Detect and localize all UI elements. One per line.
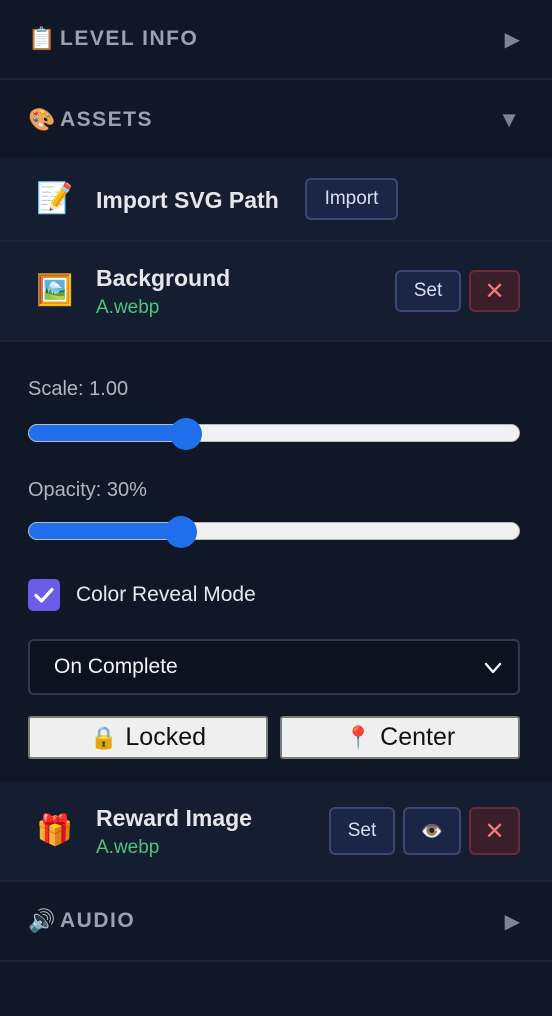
scale-slider[interactable] <box>28 418 520 450</box>
expand-arrow-icon: ▶ <box>504 28 520 51</box>
section-title: AUDIO <box>60 909 136 932</box>
section-assets[interactable]: 🎨 ASSETS ▼ <box>0 80 552 160</box>
opacity-slider-thumb[interactable] <box>164 516 197 548</box>
center-label: Center <box>380 723 456 751</box>
clipboard-icon: 📋 <box>28 26 56 51</box>
opacity-slider-fill <box>29 523 181 539</box>
eye-icon: 👁️ <box>420 820 444 841</box>
background-label: Background <box>96 265 231 291</box>
import-svg-label: Import SVG Path <box>96 187 279 213</box>
opacity-slider[interactable] <box>28 516 520 548</box>
section-level-info[interactable]: 📋 LEVEL INFO ▶ <box>0 0 552 80</box>
import-svg-row: 📝 Import SVG Path Import <box>0 158 552 242</box>
opacity-label: Opacity: 30% <box>28 479 147 501</box>
reward-image-label: Reward Image <box>96 805 252 831</box>
gift-icon: 🎁 <box>36 814 74 847</box>
reward-image-filename: A.webp <box>96 837 160 858</box>
scale-slider-thumb[interactable] <box>169 418 202 450</box>
color-reveal-label: Color Reveal Mode <box>76 583 256 606</box>
checkmark-icon <box>34 587 54 603</box>
pin-icon: 📍 <box>344 724 373 750</box>
reveal-mode-value: On Complete <box>54 655 178 678</box>
section-title: LEVEL INFO <box>60 27 199 50</box>
reward-preview-button[interactable]: 👁️ <box>403 807 461 855</box>
chevron-down-icon <box>484 662 502 674</box>
reveal-mode-select[interactable]: On Complete <box>28 639 520 695</box>
background-clear-button[interactable]: ✕ <box>469 270 520 312</box>
collapse-arrow-icon: ▼ <box>498 107 520 132</box>
locked-label: Locked <box>125 723 207 751</box>
scale-slider-fill <box>29 425 186 441</box>
lock-icon: 🔒 <box>89 724 118 750</box>
locked-button[interactable]: 🔒 Locked <box>28 716 268 759</box>
background-row: 🖼️ Background A.webp Set ✕ <box>0 242 552 342</box>
palette-icon: 🎨 <box>28 107 56 132</box>
reward-clear-button[interactable]: ✕ <box>469 807 520 855</box>
center-button[interactable]: 📍 Center <box>280 716 520 759</box>
import-button[interactable]: Import <box>305 178 398 220</box>
section-audio[interactable]: 🔊 AUDIO ▶ <box>0 882 552 962</box>
reward-image-row: 🎁 Reward Image A.webp Set 👁️ ✕ <box>0 782 552 882</box>
section-title: ASSETS <box>60 108 154 131</box>
color-reveal-checkbox[interactable] <box>28 579 60 611</box>
expand-arrow-icon: ▶ <box>504 910 520 933</box>
background-set-button[interactable]: Set <box>395 270 461 312</box>
speaker-icon: 🔊 <box>28 908 56 933</box>
scale-label: Scale: 1.00 <box>28 378 129 400</box>
memo-icon: 📝 <box>36 182 74 215</box>
picture-icon: 🖼️ <box>36 274 74 307</box>
background-filename: A.webp <box>96 297 160 318</box>
reward-set-button[interactable]: Set <box>329 807 395 855</box>
